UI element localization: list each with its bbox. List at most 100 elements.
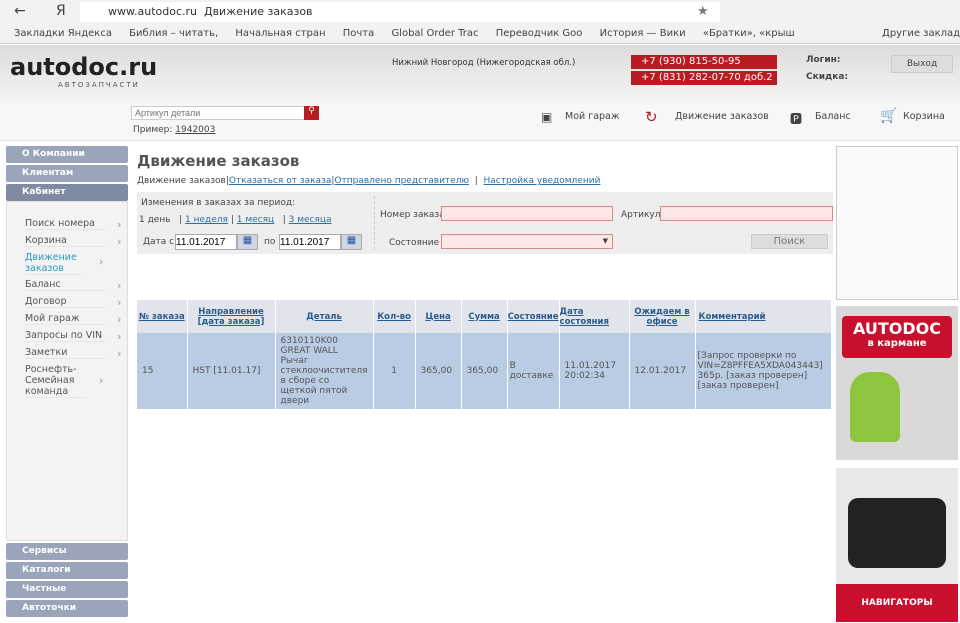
article-search-input[interactable]	[131, 106, 305, 120]
col-expected[interactable]: Ожидаем в офисе	[629, 300, 696, 333]
bookmark[interactable]: История — Вики	[600, 28, 686, 39]
site-header: autodoc.ru АВТОЗАПЧАСТИ Нижний Новгород …	[0, 45, 960, 101]
bookmark[interactable]: Закладки Яндекса	[14, 28, 112, 39]
address-bar[interactable]: www.autodoc.ru Движение заказов	[80, 2, 720, 22]
bookmark[interactable]: «Братки», «крыш	[703, 28, 795, 39]
cell-comment: [Запрос проверки по VIN=Z8PFFEA5XDA04344…	[695, 333, 833, 409]
col-part[interactable]: Деталь	[275, 300, 374, 333]
period-1-month[interactable]: 1 месяц	[237, 215, 274, 225]
subnav-cancel[interactable]: Отказаться от заказа	[229, 176, 332, 186]
sidebar-section-services[interactable]: Сервисы	[6, 543, 128, 560]
browser-toolbar: ← Я www.autodoc.ru Движение заказов ★	[0, 0, 960, 24]
order-no-input[interactable]	[441, 206, 613, 221]
phone-1: +7 (930) 815-50-95	[631, 55, 777, 69]
sidebar-item-garage[interactable]: Мой гараж ›	[25, 313, 121, 326]
cell-part: 6310110K00 GREAT WALL Рычаг стеклоочисти…	[275, 333, 374, 409]
col-sum[interactable]: Сумма	[461, 300, 508, 333]
nav-garage[interactable]: Мой гараж	[565, 111, 619, 122]
site-nav: ⚲ Пример: 1942003 ▣ Мой гараж ↻ Движение…	[0, 101, 960, 141]
calendar-icon[interactable]: ▦	[341, 234, 362, 250]
label: Роснефть-Семейная команда	[25, 364, 77, 397]
sidebar-item-contract[interactable]: Договор ›	[25, 296, 121, 309]
subnav-sent[interactable]: Отправлено представителю	[334, 176, 469, 186]
sidebar-item-search[interactable]: Поиск номера ›	[25, 218, 121, 231]
bookmark[interactable]: Библия – читать,	[129, 28, 218, 39]
nav-balance[interactable]: Баланс	[815, 111, 851, 122]
login-label: Логин:	[806, 55, 841, 65]
chevron-right-icon: ›	[117, 296, 122, 309]
sidebar-section-company[interactable]: О Компании	[6, 146, 128, 163]
cell-qty: 1	[373, 333, 416, 409]
sidebar-section-ads[interactable]: Частные объявления	[6, 581, 128, 611]
sidebar-section-clients[interactable]: Клиентам	[6, 165, 128, 182]
phone-2: +7 (831) 282-07-70 доб.2	[631, 71, 777, 85]
logo[interactable]: autodoc.ru	[10, 53, 157, 81]
logout-button[interactable]: Выход	[891, 55, 953, 73]
cell-state: В доставке	[507, 333, 560, 409]
sidebar-item-cart[interactable]: Корзина ›	[25, 235, 121, 248]
col-state-date[interactable]: Дата состояния	[559, 300, 630, 333]
navigator-banner[interactable]: НАВИГАТОРЫ	[836, 468, 958, 622]
sidebar-item-balance[interactable]: Баланс ›	[25, 279, 121, 292]
table-row[interactable]: 15 HST [11.01.17] 6310110K00 GREAT WALL …	[137, 333, 833, 409]
calendar-icon[interactable]: ▦	[237, 234, 258, 250]
state-label: Состояние	[389, 238, 440, 248]
date-to-input[interactable]	[279, 234, 341, 250]
divider	[374, 196, 375, 250]
period-3-months[interactable]: 3 месяца	[289, 215, 332, 225]
search-icon[interactable]: ⚲	[304, 106, 319, 120]
label: Баланс	[25, 279, 61, 290]
navigator-label: НАВИГАТОРЫ	[836, 584, 958, 622]
label: Договор	[25, 296, 67, 307]
region[interactable]: Нижний Новгород (Нижегородская обл.)	[392, 58, 575, 68]
col-qty[interactable]: Кол-во	[373, 300, 416, 333]
search-button[interactable]: Поиск	[751, 234, 828, 249]
date-from-input[interactable]	[175, 234, 237, 250]
sidebar-item-rosneft[interactable]: Роснефть-Семейная команда	[25, 364, 87, 398]
bookmark[interactable]: Переводчик Goo	[496, 28, 583, 39]
cell-expected: 12.01.2017	[629, 333, 696, 409]
bookmark[interactable]: Начальная стран	[235, 28, 325, 39]
col-direction[interactable]: Направление [дата заказа]	[187, 300, 276, 333]
sidebar-menu: Поиск номера › Корзина › Движение заказов …	[6, 201, 128, 541]
subnav-notifications[interactable]: Настройка уведомлений	[484, 176, 601, 186]
nav-cart[interactable]: Корзина	[903, 111, 945, 122]
back-icon[interactable]: ←	[14, 3, 26, 19]
date-to-label: по	[264, 237, 276, 247]
logo-sub: АВТОЗАПЧАСТИ	[58, 81, 140, 89]
sidebar-item-vin[interactable]: Запросы по VIN ›	[25, 330, 121, 343]
bookmark[interactable]: Global Order Trac	[391, 28, 478, 39]
date-from-label: Дата с	[143, 237, 175, 247]
other-bookmarks[interactable]: Другие закладки	[882, 24, 960, 44]
star-icon[interactable]: ★	[697, 4, 709, 19]
sidebar-section-points[interactable]: Автоточки	[6, 600, 128, 617]
sidebar-item-notes[interactable]: Заметки ›	[25, 347, 121, 360]
sidebar-section-catalogs[interactable]: Каталоги	[6, 562, 128, 579]
state-select[interactable]: ▼	[441, 234, 613, 249]
nav-orders[interactable]: Движение заказов	[675, 111, 769, 122]
chevron-right-icon: ›	[99, 374, 104, 387]
app-banner[interactable]: AUTODOC в кармане	[836, 306, 958, 460]
col-price[interactable]: Цена	[415, 300, 462, 333]
col-order-no[interactable]: № заказа	[137, 300, 188, 333]
cell-direction: HST [11.01.17]	[187, 333, 276, 409]
cell-sum: 365,00	[461, 333, 508, 409]
sidebar-section-cabinet[interactable]: Кабинет	[6, 184, 128, 201]
balance-icon: 🅿	[790, 112, 803, 126]
sidebar-item-orders[interactable]: Движение заказов	[25, 252, 83, 275]
brands-banner[interactable]	[836, 146, 958, 300]
chevron-right-icon: ›	[117, 330, 122, 343]
period-1-week[interactable]: 1 неделя	[185, 215, 228, 225]
label: Поиск номера	[25, 218, 95, 229]
yandex-icon[interactable]: Я	[56, 3, 66, 19]
subnav: Движение заказов|Отказаться от заказа|От…	[137, 176, 601, 186]
orders-icon: ↻	[645, 108, 658, 126]
period-1-day[interactable]: 1 день	[139, 215, 171, 225]
bookmark[interactable]: Почта	[343, 28, 375, 39]
article-input[interactable]	[660, 206, 833, 221]
col-comment[interactable]: Комментарий	[695, 300, 833, 333]
dropdown-icon: ▼	[602, 237, 608, 245]
col-state[interactable]: Состояние	[507, 300, 560, 333]
example-link[interactable]: 1942003	[175, 125, 215, 135]
android-icon	[850, 372, 900, 442]
